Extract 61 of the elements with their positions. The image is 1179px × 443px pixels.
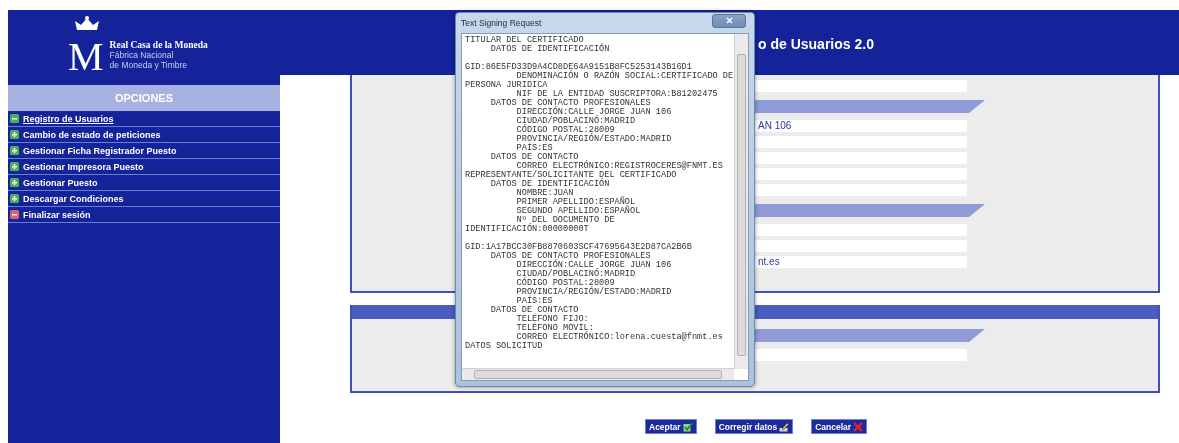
exit-icon [10, 210, 19, 219]
certificate-text-line: CIUDAD/POBLACINÓ:MADRID [515, 270, 637, 279]
certificate-text-line: DATOS DE CONTACTO PROFESIONALES [489, 252, 652, 261]
action-button[interactable]: Corregir datos [714, 419, 794, 434]
vertical-scrollbar[interactable] [734, 34, 748, 369]
menu-item[interactable]: Cambio de estado de peticiones [8, 127, 280, 143]
certificate-text-line: PROVINCIA/REGIÓN/ESTADO:MADRID [515, 135, 673, 144]
certificate-text-line: DATOS DE IDENTIFICACIÓN [489, 180, 611, 189]
crown-icon [74, 16, 100, 32]
certificate-text-line: DATOS DE CONTACTO [489, 153, 579, 162]
action-button[interactable]: Cancelar [811, 419, 868, 434]
certificate-text-line: NIF DE LA ENTIDAD SUSCRIPTORA:B81202475 [515, 90, 719, 99]
logo-monogram: M [68, 36, 104, 77]
certificate-text-line: PRIMER APELLIDO:ESPAÑOL [515, 198, 636, 207]
certificate-text-line: PAÍS:ES [515, 144, 553, 153]
logo-subtitle: de Moneda y Timbre [109, 59, 189, 70]
cross-icon [853, 421, 864, 432]
menu-item[interactable]: Descargar Condiciones [8, 191, 280, 207]
pencil-icon [779, 421, 790, 432]
certificate-text-line: GID:86E5FD33D9A4CD8DE64A9151B8FC5253143B16D1 [465, 63, 693, 72]
menu-heading: OPCIONES [8, 85, 280, 111]
logo-title: Real Casa de la Moneda [109, 39, 208, 50]
dialog-title: Text Signing Request [461, 17, 542, 28]
certificate-text-line: GID:1A17BCC30FB8870603SCF47695643E2D87CA2B6B [465, 243, 693, 252]
expand-icon [10, 162, 19, 171]
certificate-text-line: DATOS DE CONTACTO PROFESIONALES [489, 99, 652, 108]
certificate-text-line: DATOS DE IDENTIFICACIÓN [489, 45, 611, 54]
menu-item[interactable]: Finalizar sesión [8, 207, 280, 223]
certificate-text-line: SEGUNDO APELLIDO:ESPAÑOL [515, 207, 642, 216]
certificate-text-line: CORREO ELECTRÓNICO:lorena.cuesta@fnmt.es [515, 333, 724, 342]
expand-icon [10, 178, 19, 187]
certificate-text-line: CORREO ELECTRÓNICO:REGISTROCERES@FNMT.ES [516, 162, 724, 171]
menu-item[interactable]: Gestionar Puesto [8, 175, 280, 191]
certificate-text-line: IDENTIFICACIÓN:00000000T [465, 225, 590, 234]
certificate-text-line: CÓDIGO POSTAL:28009 [515, 126, 615, 135]
certificate-text-line: CIUDAD/POBLACINÓ:MADRID [515, 117, 637, 126]
expand-icon [10, 130, 19, 139]
collapse-icon [10, 114, 19, 123]
action-button[interactable]: Aceptar [645, 419, 697, 434]
certificate-text-line: TELÉFONO MOVIL: [515, 324, 594, 333]
page-title: o de Usuarios 2.0 [758, 36, 874, 52]
certificate-text-line: TELÉFONO FIJO: [515, 315, 590, 324]
menu-item[interactable]: Gestionar Ficha Registrador Puesto [8, 143, 280, 159]
certificate-text-line: DATOS DE CONTACTO [489, 306, 580, 315]
close-icon [725, 17, 733, 24]
certificate-text-line: NOMBRE:JUAN [515, 189, 574, 198]
close-button[interactable] [712, 13, 746, 28]
expand-icon [10, 194, 19, 203]
certificate-text-line: CÓDIGO POSTAL:28009 [515, 279, 615, 288]
certificate-text-line: DATOS SOLICITUD [465, 342, 544, 351]
horizontal-scrollbar[interactable] [462, 368, 734, 380]
certificate-text-line: PERSONA JURIDICA [465, 81, 549, 90]
logo-subtitle: Fábrica Nacional [109, 49, 175, 60]
menu-item[interactable]: Gestionar Impresora Puesto [8, 159, 280, 175]
certificate-text-line: DENOMINACIÓN O RAZÓN SOCIAL:CERTIFICADO DE [516, 72, 735, 81]
certificate-text-line: TITULAR DEL CERTIFICADO [465, 36, 584, 45]
menu-item[interactable]: Registro de Usuarios [8, 111, 280, 127]
certificate-text-line: PAÍS:ES [515, 297, 553, 306]
check-icon [682, 421, 693, 432]
expand-icon [10, 146, 19, 155]
certificate-text-line: PROVINCIA/REGIÓN/ESTADO:MADRID [515, 288, 673, 297]
